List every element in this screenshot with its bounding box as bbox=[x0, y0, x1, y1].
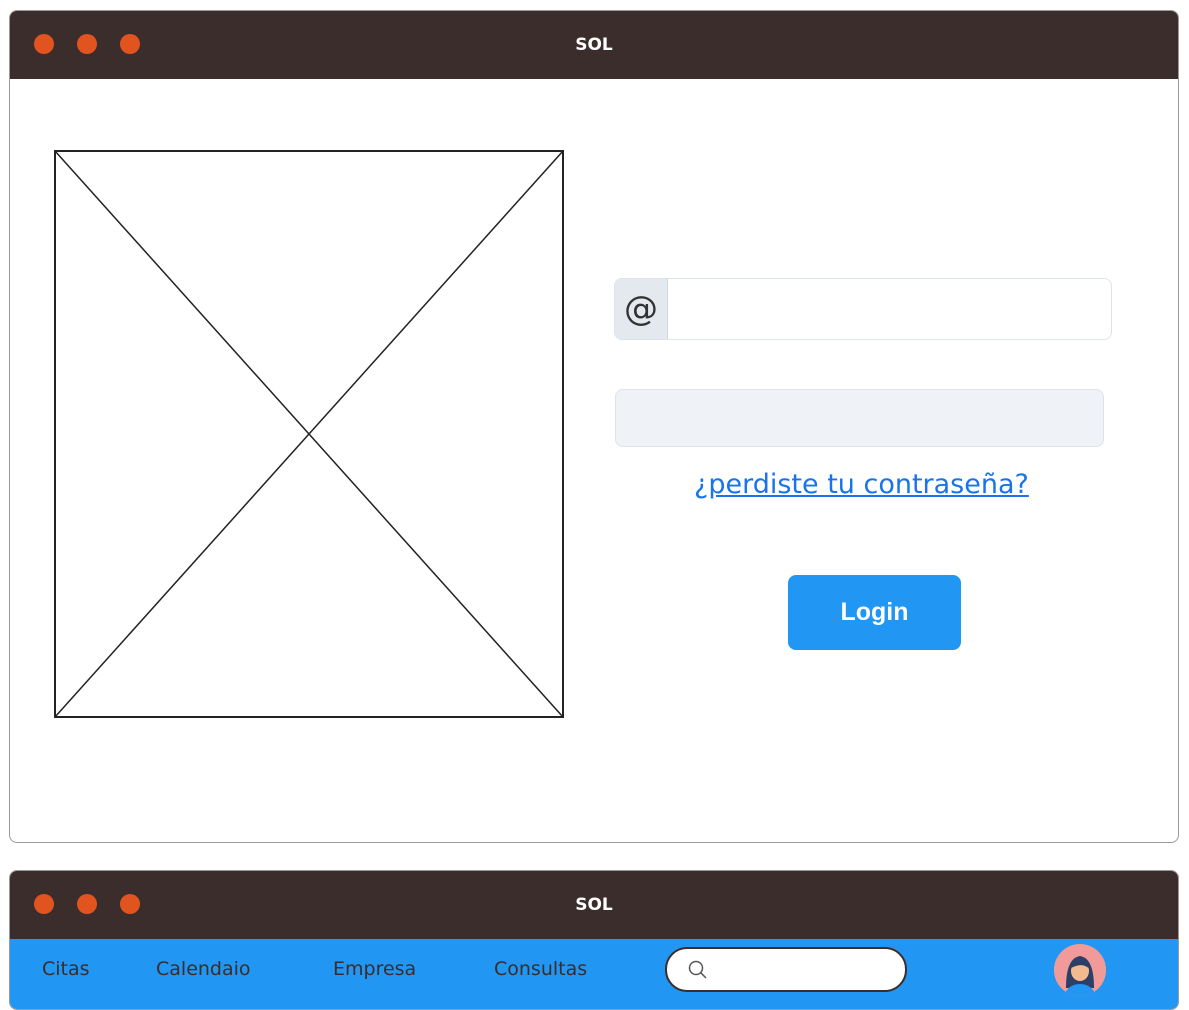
title-bar: SOL bbox=[10, 11, 1178, 79]
login-window: SOL @ ¿perdiste tu contraseña? Login bbox=[9, 10, 1179, 843]
search-box bbox=[665, 947, 907, 992]
search-icon bbox=[688, 960, 707, 979]
window-title: SOL bbox=[575, 895, 613, 915]
email-field: @ bbox=[614, 278, 1112, 340]
forgot-password-link[interactable]: ¿perdiste tu contraseña? bbox=[694, 469, 1029, 500]
password-field bbox=[615, 389, 1104, 447]
login-button[interactable]: Login bbox=[788, 575, 961, 650]
password-input[interactable] bbox=[616, 390, 1103, 446]
nav-item-calendaio[interactable]: Calendaio bbox=[156, 958, 251, 980]
user-avatar-icon[interactable] bbox=[1054, 944, 1106, 996]
nav-item-consultas[interactable]: Consultas bbox=[494, 958, 587, 980]
image-placeholder-icon bbox=[54, 150, 564, 718]
title-bar: SOL bbox=[10, 871, 1178, 939]
nav-bar: Citas Calendaio Empresa Consultas bbox=[10, 939, 1178, 1009]
window-title: SOL bbox=[575, 35, 613, 55]
nav-item-citas[interactable]: Citas bbox=[42, 958, 90, 980]
email-input[interactable] bbox=[668, 279, 1111, 339]
avatar-illustration bbox=[1054, 944, 1106, 996]
search-input[interactable] bbox=[717, 955, 891, 985]
main-window: SOL Citas Calendaio Empresa Consultas bbox=[9, 870, 1179, 1010]
at-sign-icon: @ bbox=[615, 279, 668, 339]
nav-item-empresa[interactable]: Empresa bbox=[333, 958, 416, 980]
